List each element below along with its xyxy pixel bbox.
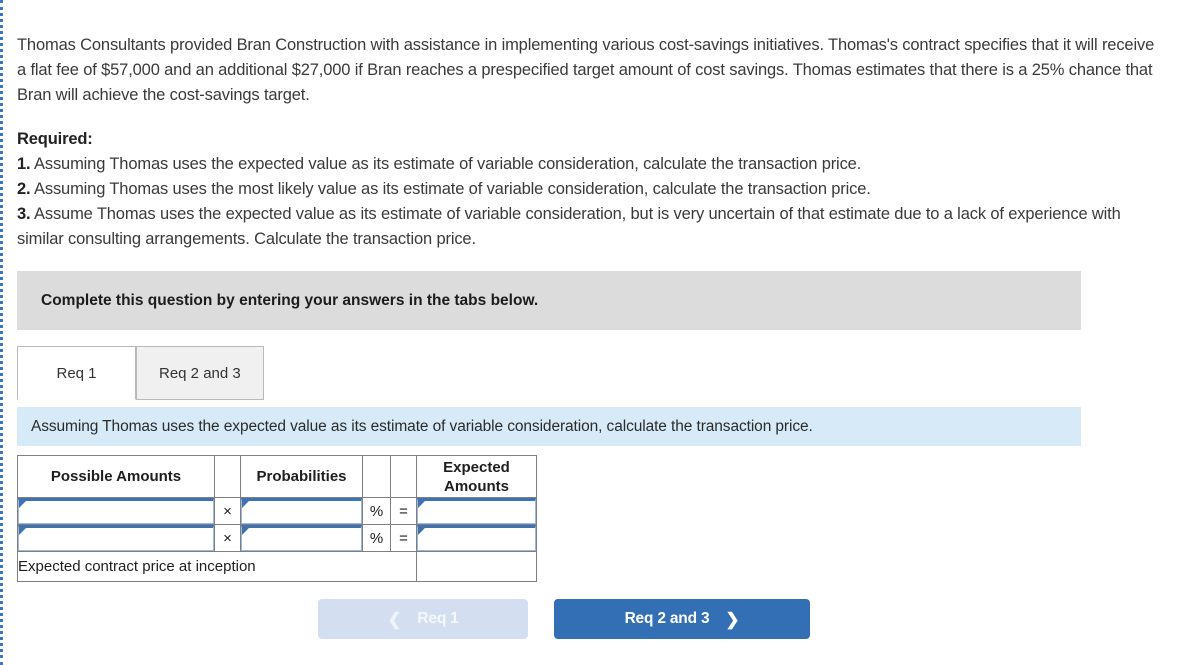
multiply-operator-2: ×: [214, 524, 241, 552]
total-row-label: Expected contract price at inception: [17, 551, 417, 582]
required-item-1-number: 1.: [17, 155, 31, 173]
percent-sign-1: %: [362, 497, 391, 525]
prev-req-1-button[interactable]: ❮ Req 1: [318, 599, 528, 639]
possible-amount-inputbox-1: [18, 498, 214, 524]
expected-contract-price-input[interactable]: [417, 552, 536, 581]
answer-table-container: Possible Amounts Probabilities Expected …: [17, 455, 537, 582]
required-item-3-text: Assume Thomas uses the expected value as…: [17, 205, 1121, 248]
tab-req-1-label: Req 1: [56, 364, 97, 382]
navigation-buttons: ❮ Req 1 Req 2 and 3 ❯: [318, 599, 810, 639]
instruction-banner: Complete this question by entering your …: [17, 271, 1081, 330]
table-total-row: Expected contract price at inception: [17, 551, 537, 582]
table-row: × % =: [17, 497, 537, 525]
expected-value-table: Possible Amounts Probabilities Expected …: [17, 455, 537, 582]
expected-amount-input-2[interactable]: [418, 528, 535, 550]
prev-req-1-button-label: Req 1: [417, 610, 459, 627]
next-req-2-and-3-button[interactable]: Req 2 and 3 ❯: [554, 599, 810, 639]
sub-instruction-text: Assuming Thomas uses the expected value …: [31, 417, 813, 435]
tab-req-2-and-3[interactable]: Req 2 and 3: [136, 346, 264, 400]
probability-cell-1: [240, 497, 363, 525]
probability-input-1[interactable]: [242, 501, 361, 523]
chevron-left-icon: ❮: [387, 609, 402, 629]
expected-amount-cell-2: [416, 524, 537, 552]
expected-amount-inputbox-1: [417, 498, 536, 524]
chevron-right-icon: ❯: [725, 609, 740, 629]
expected-amount-input-1[interactable]: [418, 501, 535, 523]
probability-inputbox-1: [241, 498, 362, 524]
percent-sign-2: %: [362, 524, 391, 552]
table-header-row: Possible Amounts Probabilities Expected …: [17, 455, 537, 498]
column-header-equals: [390, 455, 417, 498]
required-item-1-text: Assuming Thomas uses the expected value …: [30, 155, 862, 173]
possible-amount-input-1[interactable]: [19, 501, 213, 523]
column-header-possible-amounts: Possible Amounts: [17, 455, 215, 498]
required-item-2-number: 2.: [17, 180, 31, 198]
required-item-1: 1. Assuming Thomas uses the expected val…: [17, 152, 1165, 177]
table-row: × % =: [17, 524, 537, 552]
required-section: Required: 1. Assuming Thomas uses the ex…: [17, 127, 1165, 252]
tab-req-2-and-3-label: Req 2 and 3: [159, 364, 241, 382]
column-header-operator: [214, 455, 241, 498]
required-heading: Required:: [17, 130, 93, 148]
equals-sign-2: =: [390, 524, 417, 552]
column-header-probabilities: Probabilities: [240, 455, 363, 498]
required-item-2-text: Assuming Thomas uses the most likely val…: [30, 180, 871, 198]
probability-inputbox-2: [241, 525, 362, 551]
possible-amount-cell-1: [17, 497, 215, 525]
required-item-3: 3. Assume Thomas uses the expected value…: [17, 202, 1165, 252]
required-item-2: 2. Assuming Thomas uses the most likely …: [17, 177, 1165, 202]
sub-instruction-bar: Assuming Thomas uses the expected value …: [17, 407, 1081, 446]
possible-amount-inputbox-2: [18, 525, 214, 551]
probability-input-2[interactable]: [242, 528, 361, 550]
expected-amount-inputbox-2: [417, 525, 536, 551]
expected-amount-cell-1: [416, 497, 537, 525]
required-item-3-number: 3.: [17, 205, 31, 223]
total-value-cell: [416, 551, 537, 582]
tab-bar: Req 1 Req 2 and 3: [17, 346, 264, 400]
tab-req-1[interactable]: Req 1: [17, 346, 136, 400]
question-page: Thomas Consultants provided Bran Constru…: [0, 0, 1195, 665]
possible-amount-input-2[interactable]: [19, 528, 213, 550]
next-req-2-and-3-button-label: Req 2 and 3: [624, 610, 710, 627]
probability-cell-2: [240, 524, 363, 552]
instruction-banner-text: Complete this question by entering your …: [41, 291, 539, 309]
column-header-percent: [362, 455, 391, 498]
multiply-operator-1: ×: [214, 497, 241, 525]
problem-statement: Thomas Consultants provided Bran Constru…: [17, 36, 1155, 104]
equals-sign-1: =: [390, 497, 417, 525]
possible-amount-cell-2: [17, 524, 215, 552]
column-header-expected-amounts: Expected Amounts: [416, 455, 537, 498]
